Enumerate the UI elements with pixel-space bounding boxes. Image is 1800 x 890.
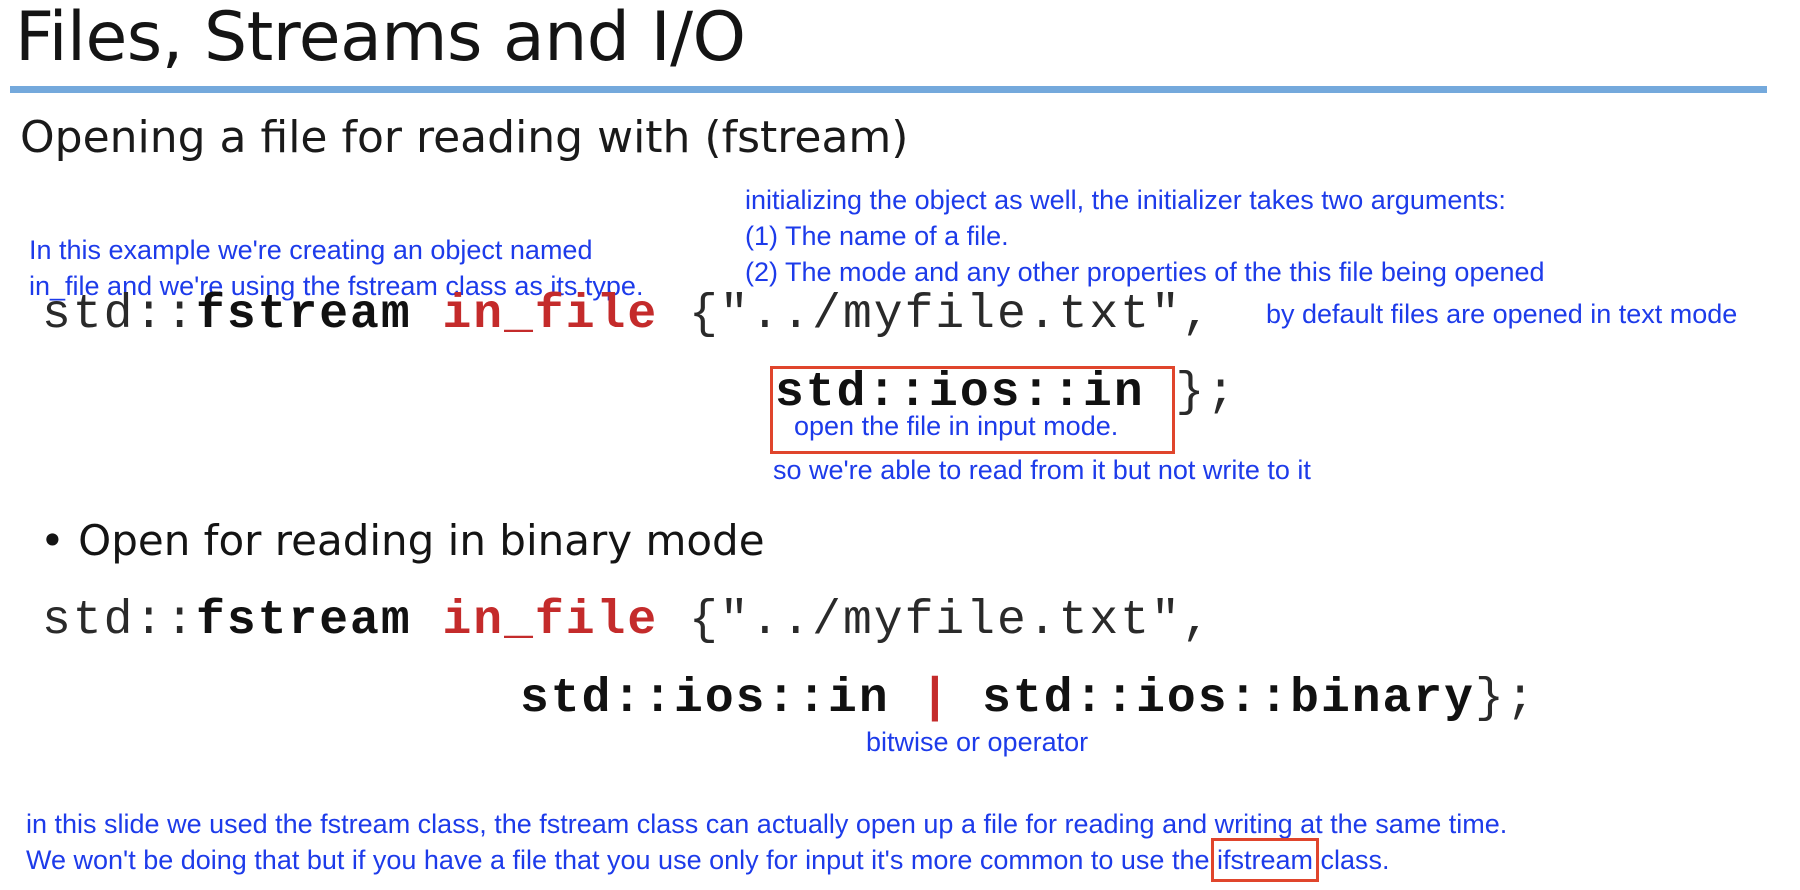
bullet-text: Open for reading in binary mode xyxy=(78,516,765,565)
code1-args: {"../myfile.txt", xyxy=(688,288,1213,342)
title-divider xyxy=(10,86,1767,93)
code1-type: fstream xyxy=(196,288,412,342)
code1-std: std:: xyxy=(42,288,197,342)
note-footer-post: class. xyxy=(1320,845,1390,875)
code1-end: }; xyxy=(1175,366,1238,420)
code2-std: std:: xyxy=(42,594,197,648)
note-init-line1: initializing the object as well, the ini… xyxy=(745,185,1506,215)
code2-line1: std::fstream in_file {"../myfile.txt", xyxy=(42,594,1213,648)
code2-type: fstream xyxy=(196,594,412,648)
code2-mode-in: std::ios::in xyxy=(520,672,890,726)
slide-subtitle: Opening a file for reading with (fstream… xyxy=(20,112,909,163)
note-footer-line1: in this slide we used the fstream class,… xyxy=(26,809,1508,839)
note-read-only: so we're able to read from it but not wr… xyxy=(773,455,1311,485)
note-object-line1: In this example we're creating an object… xyxy=(29,235,593,265)
code2-mode-binary: std::ios::binary xyxy=(982,672,1475,726)
note-bitwise-or: bitwise or operator xyxy=(866,727,1089,757)
note-footer-pre: We won't be doing that but if you have a… xyxy=(26,845,1210,875)
bullet-binary-mode: • Open for reading in binary mode xyxy=(40,516,765,565)
code1-var: in_file xyxy=(442,288,659,342)
code2-args: {"../myfile.txt", xyxy=(688,594,1213,648)
bullet-dot: • xyxy=(40,516,65,565)
slide-title: Files, Streams and I/O xyxy=(15,0,746,77)
note-init-line3: (2) The mode and any other properties of… xyxy=(745,257,1545,287)
highlight-box-ifstream xyxy=(1211,838,1320,882)
note-initializer: initializing the object as well, the ini… xyxy=(745,182,1545,290)
code2-var: in_file xyxy=(442,594,659,648)
note-input-mode: open the file in input mode. xyxy=(794,411,1119,441)
note-init-line2: (1) The name of a file. xyxy=(745,221,1009,251)
note-default-mode: by default files are opened in text mode xyxy=(1266,299,1738,329)
code2-pipe: | xyxy=(920,672,952,726)
code2-line2: std::ios::in | std::ios::binary}; xyxy=(520,672,1537,726)
code1-line1: std::fstream in_file {"../myfile.txt", xyxy=(42,288,1213,342)
code2-end: }; xyxy=(1474,672,1537,726)
